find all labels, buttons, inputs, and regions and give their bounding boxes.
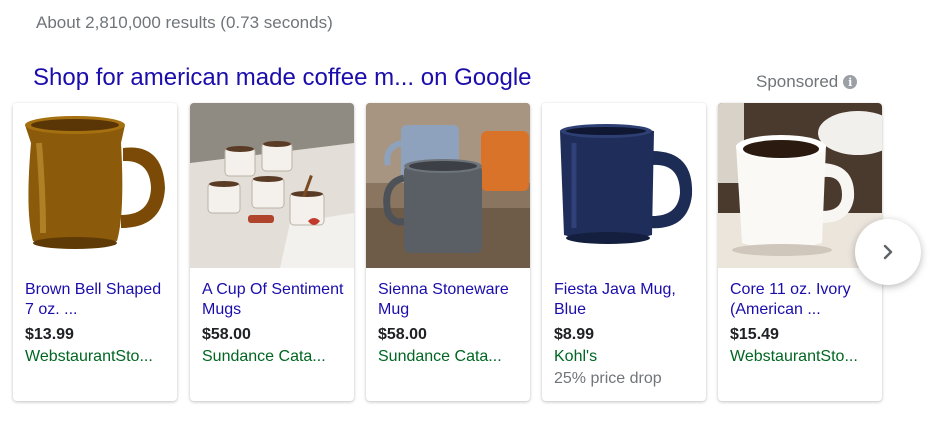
carousel-next-button[interactable] bbox=[855, 219, 921, 285]
sponsored-text: Sponsored bbox=[756, 72, 839, 91]
price-drop-note: 25% price drop bbox=[554, 370, 662, 387]
product-price: $13.99 bbox=[25, 326, 74, 343]
result-stats: About 2,810,000 results (0.73 seconds) bbox=[36, 13, 333, 32]
product-card[interactable]: Brown Bell Shaped 7 oz. ... $13.99 Webst… bbox=[13, 103, 177, 401]
product-seller: Sundance Cata... bbox=[202, 348, 326, 365]
blue-mug-image bbox=[542, 103, 706, 268]
product-name[interactable]: Core 11 oz. Ivory (American ... bbox=[730, 280, 872, 320]
product-seller: Sundance Cata... bbox=[378, 348, 502, 365]
product-name[interactable]: Brown Bell Shaped 7 oz. ... bbox=[25, 280, 167, 320]
product-price: $58.00 bbox=[202, 326, 251, 343]
product-card[interactable]: A Cup Of Sentiment Mugs $58.00 Sundance … bbox=[190, 103, 354, 401]
shopping-title-link[interactable]: Shop for american made coffee m... on Go… bbox=[33, 64, 532, 92]
product-image[interactable] bbox=[13, 103, 177, 268]
info-icon[interactable]: i bbox=[843, 75, 858, 89]
sentiment-mugs-image bbox=[190, 103, 354, 268]
product-name[interactable]: Fiesta Java Mug, Blue bbox=[554, 280, 696, 320]
sponsored-label: Sponsored i bbox=[756, 72, 858, 92]
stoneware-mugs-image bbox=[366, 103, 530, 268]
product-seller: WebstaurantSto... bbox=[730, 348, 858, 365]
product-image[interactable] bbox=[366, 103, 530, 268]
product-name[interactable]: A Cup Of Sentiment Mugs bbox=[202, 280, 344, 320]
product-card[interactable]: Fiesta Java Mug, Blue $8.99 Kohl's 25% p… bbox=[542, 103, 706, 401]
chevron-right-icon bbox=[883, 244, 893, 260]
brown-mug-image bbox=[13, 103, 177, 268]
product-card[interactable]: Sienna Stoneware Mug $58.00 Sundance Cat… bbox=[366, 103, 530, 401]
product-seller: Kohl's bbox=[554, 348, 598, 365]
product-price: $8.99 bbox=[554, 326, 595, 343]
product-name[interactable]: Sienna Stoneware Mug bbox=[378, 280, 520, 320]
product-seller: WebstaurantSto... bbox=[25, 348, 153, 365]
product-image[interactable] bbox=[190, 103, 354, 268]
product-price: $15.49 bbox=[730, 326, 779, 343]
product-price: $58.00 bbox=[378, 326, 427, 343]
product-image[interactable] bbox=[542, 103, 706, 268]
